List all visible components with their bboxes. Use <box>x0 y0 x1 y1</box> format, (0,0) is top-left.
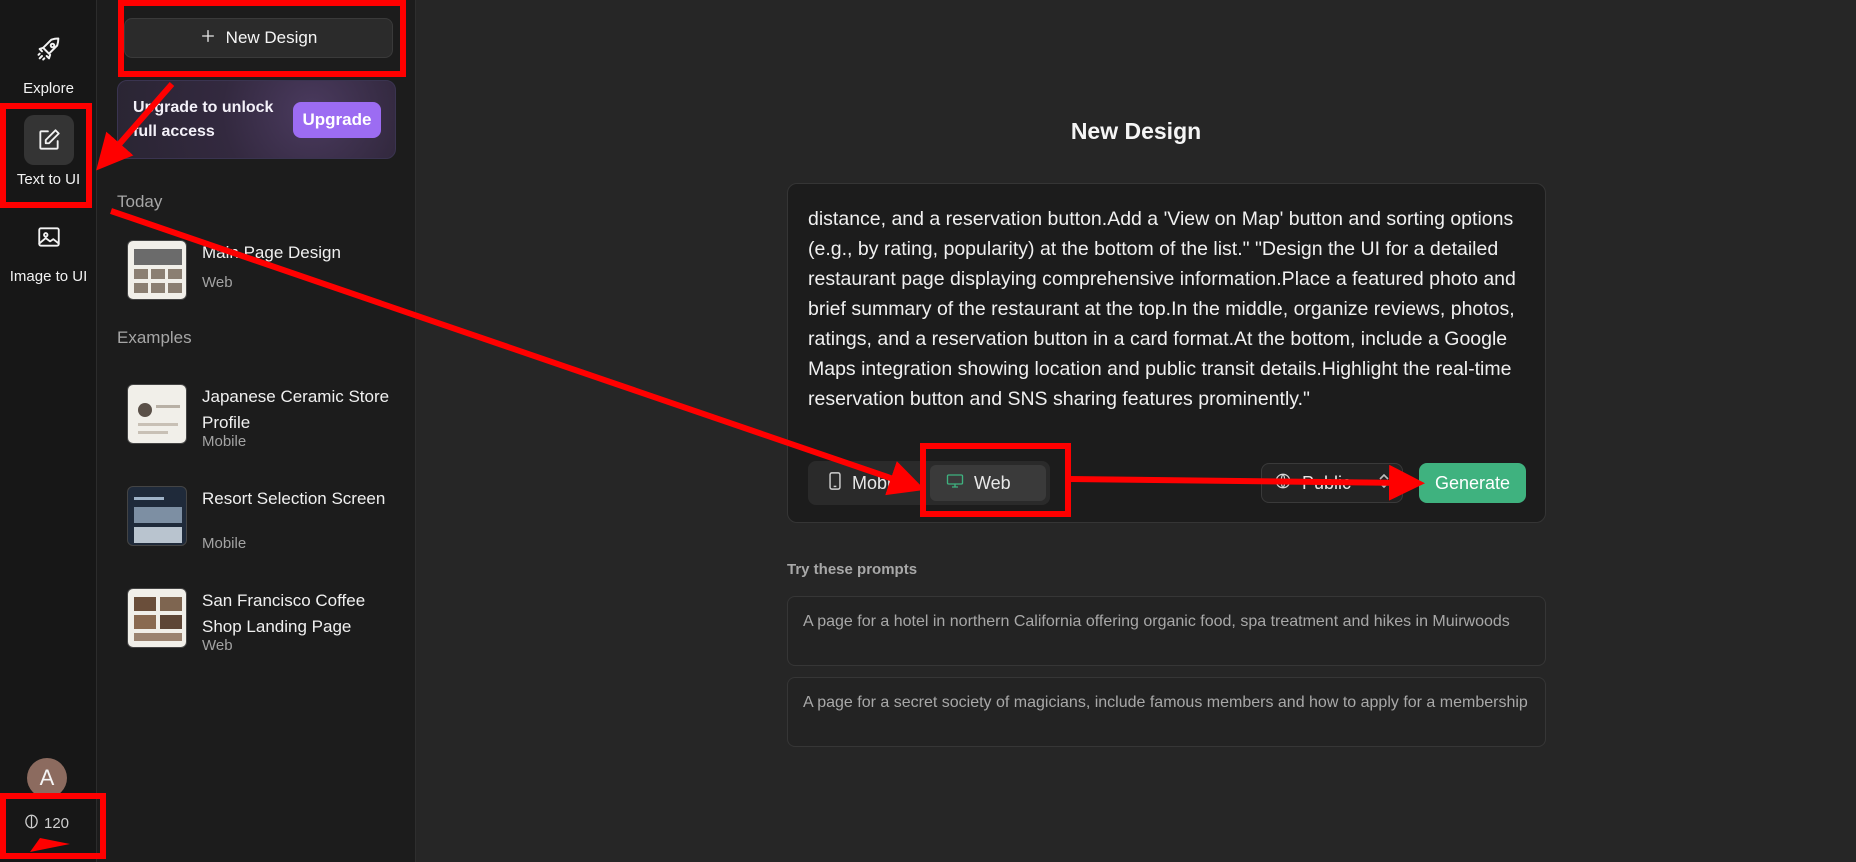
phone-icon <box>828 471 842 495</box>
item-title: Resort Selection Screen <box>202 489 386 508</box>
item-title: San Francisco Coffee Shop Landing Page <box>202 591 366 636</box>
platform-label: Web <box>974 472 1011 493</box>
upgrade-button[interactable]: Upgrade <box>293 102 381 138</box>
prompt-suggestion[interactable]: A page for a secret society of magicians… <box>787 677 1546 747</box>
plus-icon <box>200 28 216 49</box>
icon-rail: Explore Text to UI Image to UI A 120 <box>0 0 97 862</box>
platform-option-mobile[interactable]: Mobile <box>812 465 922 501</box>
item-title: Japanese Ceramic Store Profile <box>202 387 390 432</box>
item-platform: Web <box>202 637 233 654</box>
image-icon <box>24 212 74 262</box>
list-item[interactable]: Japanese Ceramic Store Profile Mobile <box>127 384 397 454</box>
design-thumbnail <box>127 384 187 444</box>
upgrade-card: Upgrade to unlock full access Upgrade <box>117 80 396 159</box>
rail-label: Text to UI <box>16 171 81 188</box>
prompt-textarea[interactable]: distance, and a reservation button.Add a… <box>808 204 1530 414</box>
design-thumbnail <box>127 240 187 300</box>
design-thumbnail <box>127 588 187 648</box>
list-item[interactable]: Main Page Design Web <box>127 240 397 302</box>
prompt-composer: distance, and a reservation button.Add a… <box>787 183 1546 523</box>
rail-item-explore[interactable]: Explore <box>0 24 97 97</box>
item-title: Main Page Design <box>202 243 341 262</box>
prompt-suggestion[interactable]: A page for a hotel in northern Californi… <box>787 596 1546 666</box>
avatar[interactable]: A <box>27 758 67 798</box>
monitor-icon <box>946 473 964 494</box>
list-item[interactable]: Resort Selection Screen Mobile <box>127 486 397 556</box>
edit-icon <box>23 115 74 165</box>
today-heading: Today <box>117 192 163 211</box>
try-prompts-heading: Try these prompts <box>787 561 918 578</box>
platform-label: Mobile <box>852 472 906 493</box>
credits-value: 120 <box>44 815 70 832</box>
app-root: Explore Text to UI Image to UI A 120 New… <box>0 0 1856 862</box>
design-thumbnail <box>127 486 187 546</box>
item-platform: Mobile <box>202 433 247 450</box>
rail-item-text-to-ui[interactable]: Text to UI <box>0 115 97 188</box>
rail-label: Image to UI <box>9 268 88 285</box>
item-platform: Web <box>202 274 233 291</box>
platform-option-web[interactable]: Web <box>930 465 1046 501</box>
item-platform: Mobile <box>202 535 247 552</box>
visibility-select[interactable]: Public <box>1261 463 1403 503</box>
generate-button[interactable]: Generate <box>1419 463 1526 503</box>
platform-toggle: Mobile Web <box>808 461 1050 505</box>
chevron-updown-icon <box>1378 473 1390 494</box>
new-design-label: New Design <box>225 28 318 47</box>
list-item[interactable]: San Francisco Coffee Shop Landing Page W… <box>127 588 397 658</box>
examples-heading: Examples <box>117 328 192 347</box>
rail-label: Explore <box>23 80 74 97</box>
globe-icon <box>1274 472 1292 495</box>
new-design-button[interactable]: New Design <box>124 18 393 58</box>
page-title: New Design <box>1070 118 1202 144</box>
rocket-icon <box>24 24 74 74</box>
rail-item-image-to-ui[interactable]: Image to UI <box>0 212 97 285</box>
history-sidebar: New Design Upgrade to unlock full access… <box>97 0 416 862</box>
visibility-value: Public <box>1302 472 1352 493</box>
coin-icon <box>24 814 39 833</box>
upgrade-message: Upgrade to unlock full access <box>133 99 274 140</box>
credits-counter[interactable]: 120 <box>24 814 69 833</box>
